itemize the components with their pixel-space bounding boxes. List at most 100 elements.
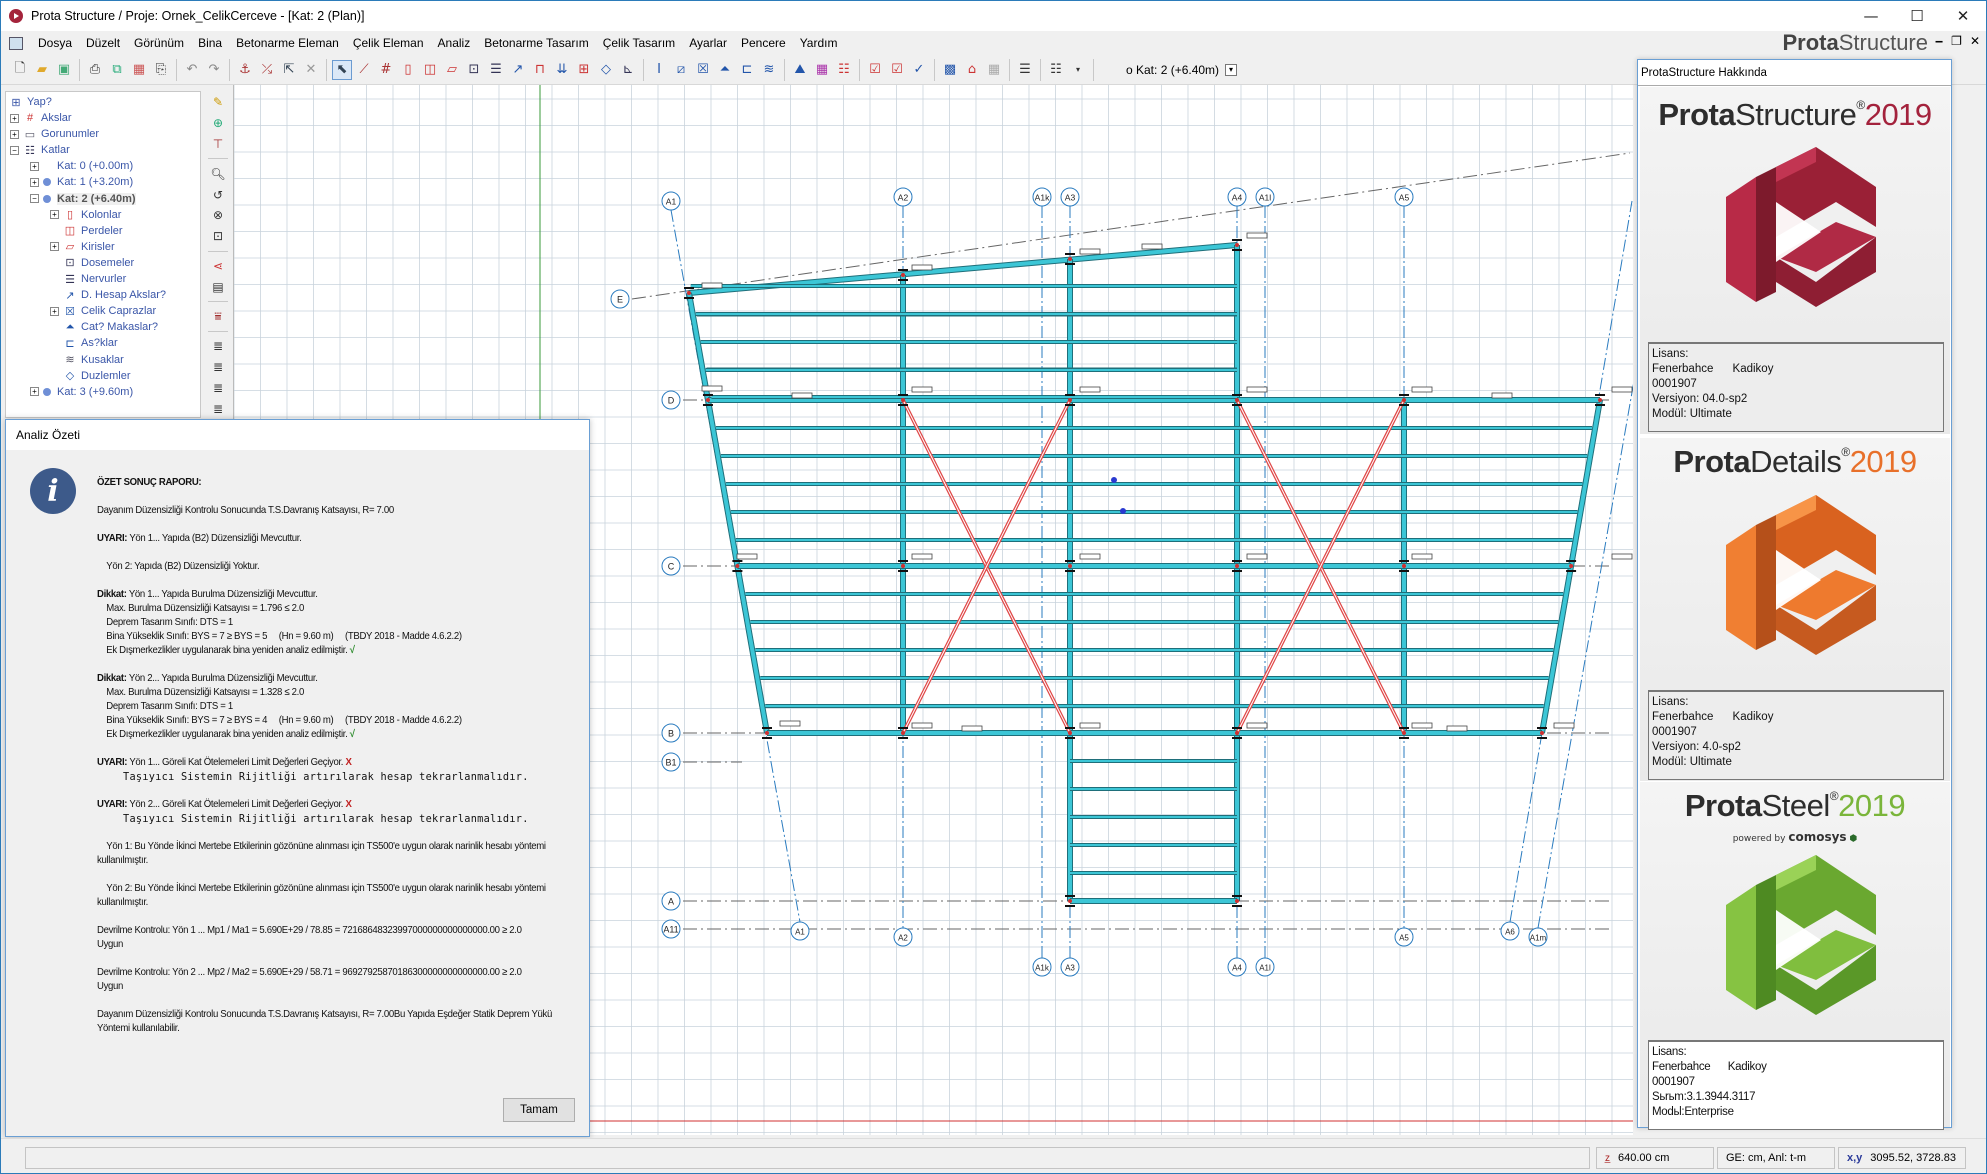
layers-table-icon[interactable]: ▤ xyxy=(208,277,228,296)
collapse-icon[interactable]: − xyxy=(30,194,39,203)
mdi-minimize-button[interactable]: ‒ xyxy=(1935,34,1943,48)
expand-icon[interactable]: + xyxy=(50,242,59,252)
tree-item-dosemeler[interactable]: ⊡ Dosemeler xyxy=(50,255,134,271)
menu-celik-eleman[interactable]: Çelik Eleman xyxy=(346,36,431,50)
menu-ayarlar[interactable]: Ayarlar xyxy=(682,36,734,50)
tree-item-kat-2[interactable]: − Kat: 2 (+6.40m) xyxy=(30,191,136,207)
maximize-button[interactable]: ☐ xyxy=(1894,1,1940,31)
print-icon[interactable]: ⎙ xyxy=(85,60,105,80)
tree-item-askilar[interactable]: ⊏ As?klar xyxy=(50,335,117,351)
line-icon[interactable]: ⟋ xyxy=(354,60,374,80)
select-cross-icon[interactable]: ⤰ xyxy=(257,60,277,80)
close-button[interactable]: ✕ xyxy=(1940,1,1986,31)
truss-icon[interactable]: ⏶ xyxy=(715,60,735,80)
menu-celik-tasarim[interactable]: Çelik Tasarım xyxy=(596,36,682,50)
frame-icon[interactable]: ⊓ xyxy=(530,60,550,80)
steel-brace-icon[interactable]: ☒ xyxy=(693,60,713,80)
axis-grid-icon[interactable]: # xyxy=(376,60,396,80)
report-icon[interactable]: ☰ xyxy=(1015,60,1035,80)
design-axis-icon[interactable]: ↗ xyxy=(508,60,528,80)
column-icon[interactable]: ▯ xyxy=(398,60,418,80)
tree-item-celik-caprazlar[interactable]: + ☒ Celik Caprazlar xyxy=(50,303,156,319)
tree-item-cati-makaslari[interactable]: ⏶ Cat? Makaslar? xyxy=(50,319,158,335)
tree-item-gorunumler[interactable]: + ▭ Gorunumler xyxy=(10,126,99,142)
menu-bina[interactable]: Bina xyxy=(191,36,229,50)
collapse-icon[interactable]: − xyxy=(10,145,19,155)
menu-pencere[interactable]: Pencere xyxy=(734,36,793,50)
story-dropdown-icon[interactable]: ▾ xyxy=(1068,60,1088,80)
delete-icon[interactable]: ✕ xyxy=(301,60,321,80)
expand-icon[interactable]: + xyxy=(30,387,39,397)
beam-icon[interactable]: ▱ xyxy=(442,60,462,80)
tree-item-kirisler[interactable]: + ▱ Kirisler xyxy=(50,239,115,255)
check-beam-icon[interactable]: ☑ xyxy=(887,60,907,80)
load-icon[interactable]: ⇊ xyxy=(552,60,572,80)
check-design-icon[interactable]: ☑ xyxy=(865,60,885,80)
expand-icon[interactable]: + xyxy=(50,210,59,220)
tree-item-katlar[interactable]: − ☷ Katlar xyxy=(10,142,70,158)
tree-item-kolonlar[interactable]: + ▯ Kolonlar xyxy=(50,207,121,223)
save-icon[interactable]: ▣ xyxy=(54,60,74,80)
slab-icon[interactable]: ⊡ xyxy=(464,60,484,80)
story-filter-icon[interactable]: ⩸ xyxy=(208,307,228,326)
expand-icon[interactable]: + xyxy=(50,306,59,316)
chevron-down-icon[interactable]: ▾ xyxy=(1225,63,1238,76)
tree-item-kusaklar[interactable]: ≋ Kusaklar xyxy=(50,352,123,368)
stack-plane-icon[interactable]: ≣ xyxy=(208,399,228,418)
redo-icon[interactable]: ↷ xyxy=(204,60,224,80)
tree-item-d-hesap-akslari[interactable]: ↗ D. Hesap Akslar? xyxy=(50,287,166,303)
zoom-previous-icon[interactable]: ↺ xyxy=(208,185,228,204)
menu-duzelt[interactable]: Düzelt xyxy=(79,36,127,50)
stack-grid-icon[interactable]: ≣ xyxy=(208,378,228,397)
menu-yardim[interactable]: Yardım xyxy=(793,36,845,50)
copy-report-icon[interactable]: ⧉ xyxy=(107,60,127,80)
stack-point-icon[interactable]: ≣ xyxy=(208,358,228,377)
story-selector[interactable]: o Kat: 2 (+6.40m) ▾ xyxy=(1126,63,1238,77)
expand-icon[interactable]: + xyxy=(10,129,19,139)
expand-icon[interactable]: + xyxy=(30,161,39,171)
plane-icon[interactable]: ◇ xyxy=(596,60,616,80)
purlin-icon[interactable]: ⊏ xyxy=(737,60,757,80)
document-window-icon[interactable] xyxy=(9,36,23,50)
grid-gray-icon[interactable]: ▦ xyxy=(984,60,1004,80)
anchor-icon[interactable]: ⚓ xyxy=(235,60,255,80)
zoom-window-icon[interactable]: 🔍︎ xyxy=(208,164,228,183)
menu-dosya[interactable]: Dosya xyxy=(31,36,79,50)
story-icon[interactable]: ☷ xyxy=(1046,60,1066,80)
tree-item-duzlemler[interactable]: ◇ Duzlemler xyxy=(50,368,131,384)
pointer-icon[interactable]: ⬉ xyxy=(332,59,352,80)
mdi-close-button[interactable]: ✕ xyxy=(1970,34,1980,48)
building-3d-icon[interactable]: ⌂ xyxy=(962,60,982,80)
tree-item-akslar[interactable]: + # Akslar xyxy=(10,110,72,126)
joist-icon[interactable]: ☰ xyxy=(486,60,506,80)
clipboard-icon[interactable]: ⎘ xyxy=(151,60,171,80)
tree-item-kat-1[interactable]: + Kat: 1 (+3.20m) xyxy=(30,174,133,190)
menu-betonarme-eleman[interactable]: Betonarme Eleman xyxy=(229,36,346,50)
ok-button[interactable]: Tamam xyxy=(503,1098,575,1122)
point-load-icon[interactable]: ⊞ xyxy=(574,60,594,80)
mesh-icon[interactable]: ▩ xyxy=(940,60,960,80)
target-icon[interactable]: ⊕ xyxy=(208,114,228,133)
shear-wall-icon[interactable]: ◫ xyxy=(420,60,440,80)
table-icon[interactable]: ▦ xyxy=(129,60,149,80)
zoom-fit-icon[interactable]: ⊡ xyxy=(208,227,228,246)
check-steel-icon[interactable]: ✓ xyxy=(909,60,929,80)
girt-icon[interactable]: ≋ xyxy=(759,60,779,80)
menu-betonarme-tasarim[interactable]: Betonarme Tasarım xyxy=(477,36,596,50)
tree-item-kat-0[interactable]: + Kat: 0 (+0.00m) xyxy=(30,158,133,174)
zoom-extents-icon[interactable]: ⊗ xyxy=(208,206,228,225)
undo-icon[interactable]: ↶ xyxy=(182,60,202,80)
tree-item-perdeler[interactable]: ◫ Perdeler xyxy=(50,223,123,239)
select-filter-icon[interactable]: ⇱ xyxy=(279,60,299,80)
frame-grid-icon[interactable]: ▦ xyxy=(812,60,832,80)
stack-story-icon[interactable]: ≣ xyxy=(208,337,228,356)
mdi-restore-button[interactable]: ❐ xyxy=(1951,34,1962,48)
view-direction-icon[interactable]: ⋖ xyxy=(208,256,228,275)
expand-icon[interactable]: + xyxy=(30,177,39,187)
dimension-icon[interactable]: ⊤ xyxy=(208,135,228,154)
steel-column-icon[interactable]: I xyxy=(649,60,669,80)
new-file-icon[interactable]: 🗋 xyxy=(10,60,30,80)
3d-view-icon[interactable]: ⛰ xyxy=(790,60,810,80)
menu-analiz[interactable]: Analiz xyxy=(431,36,478,50)
pencil-icon[interactable]: ✎ xyxy=(208,93,228,112)
